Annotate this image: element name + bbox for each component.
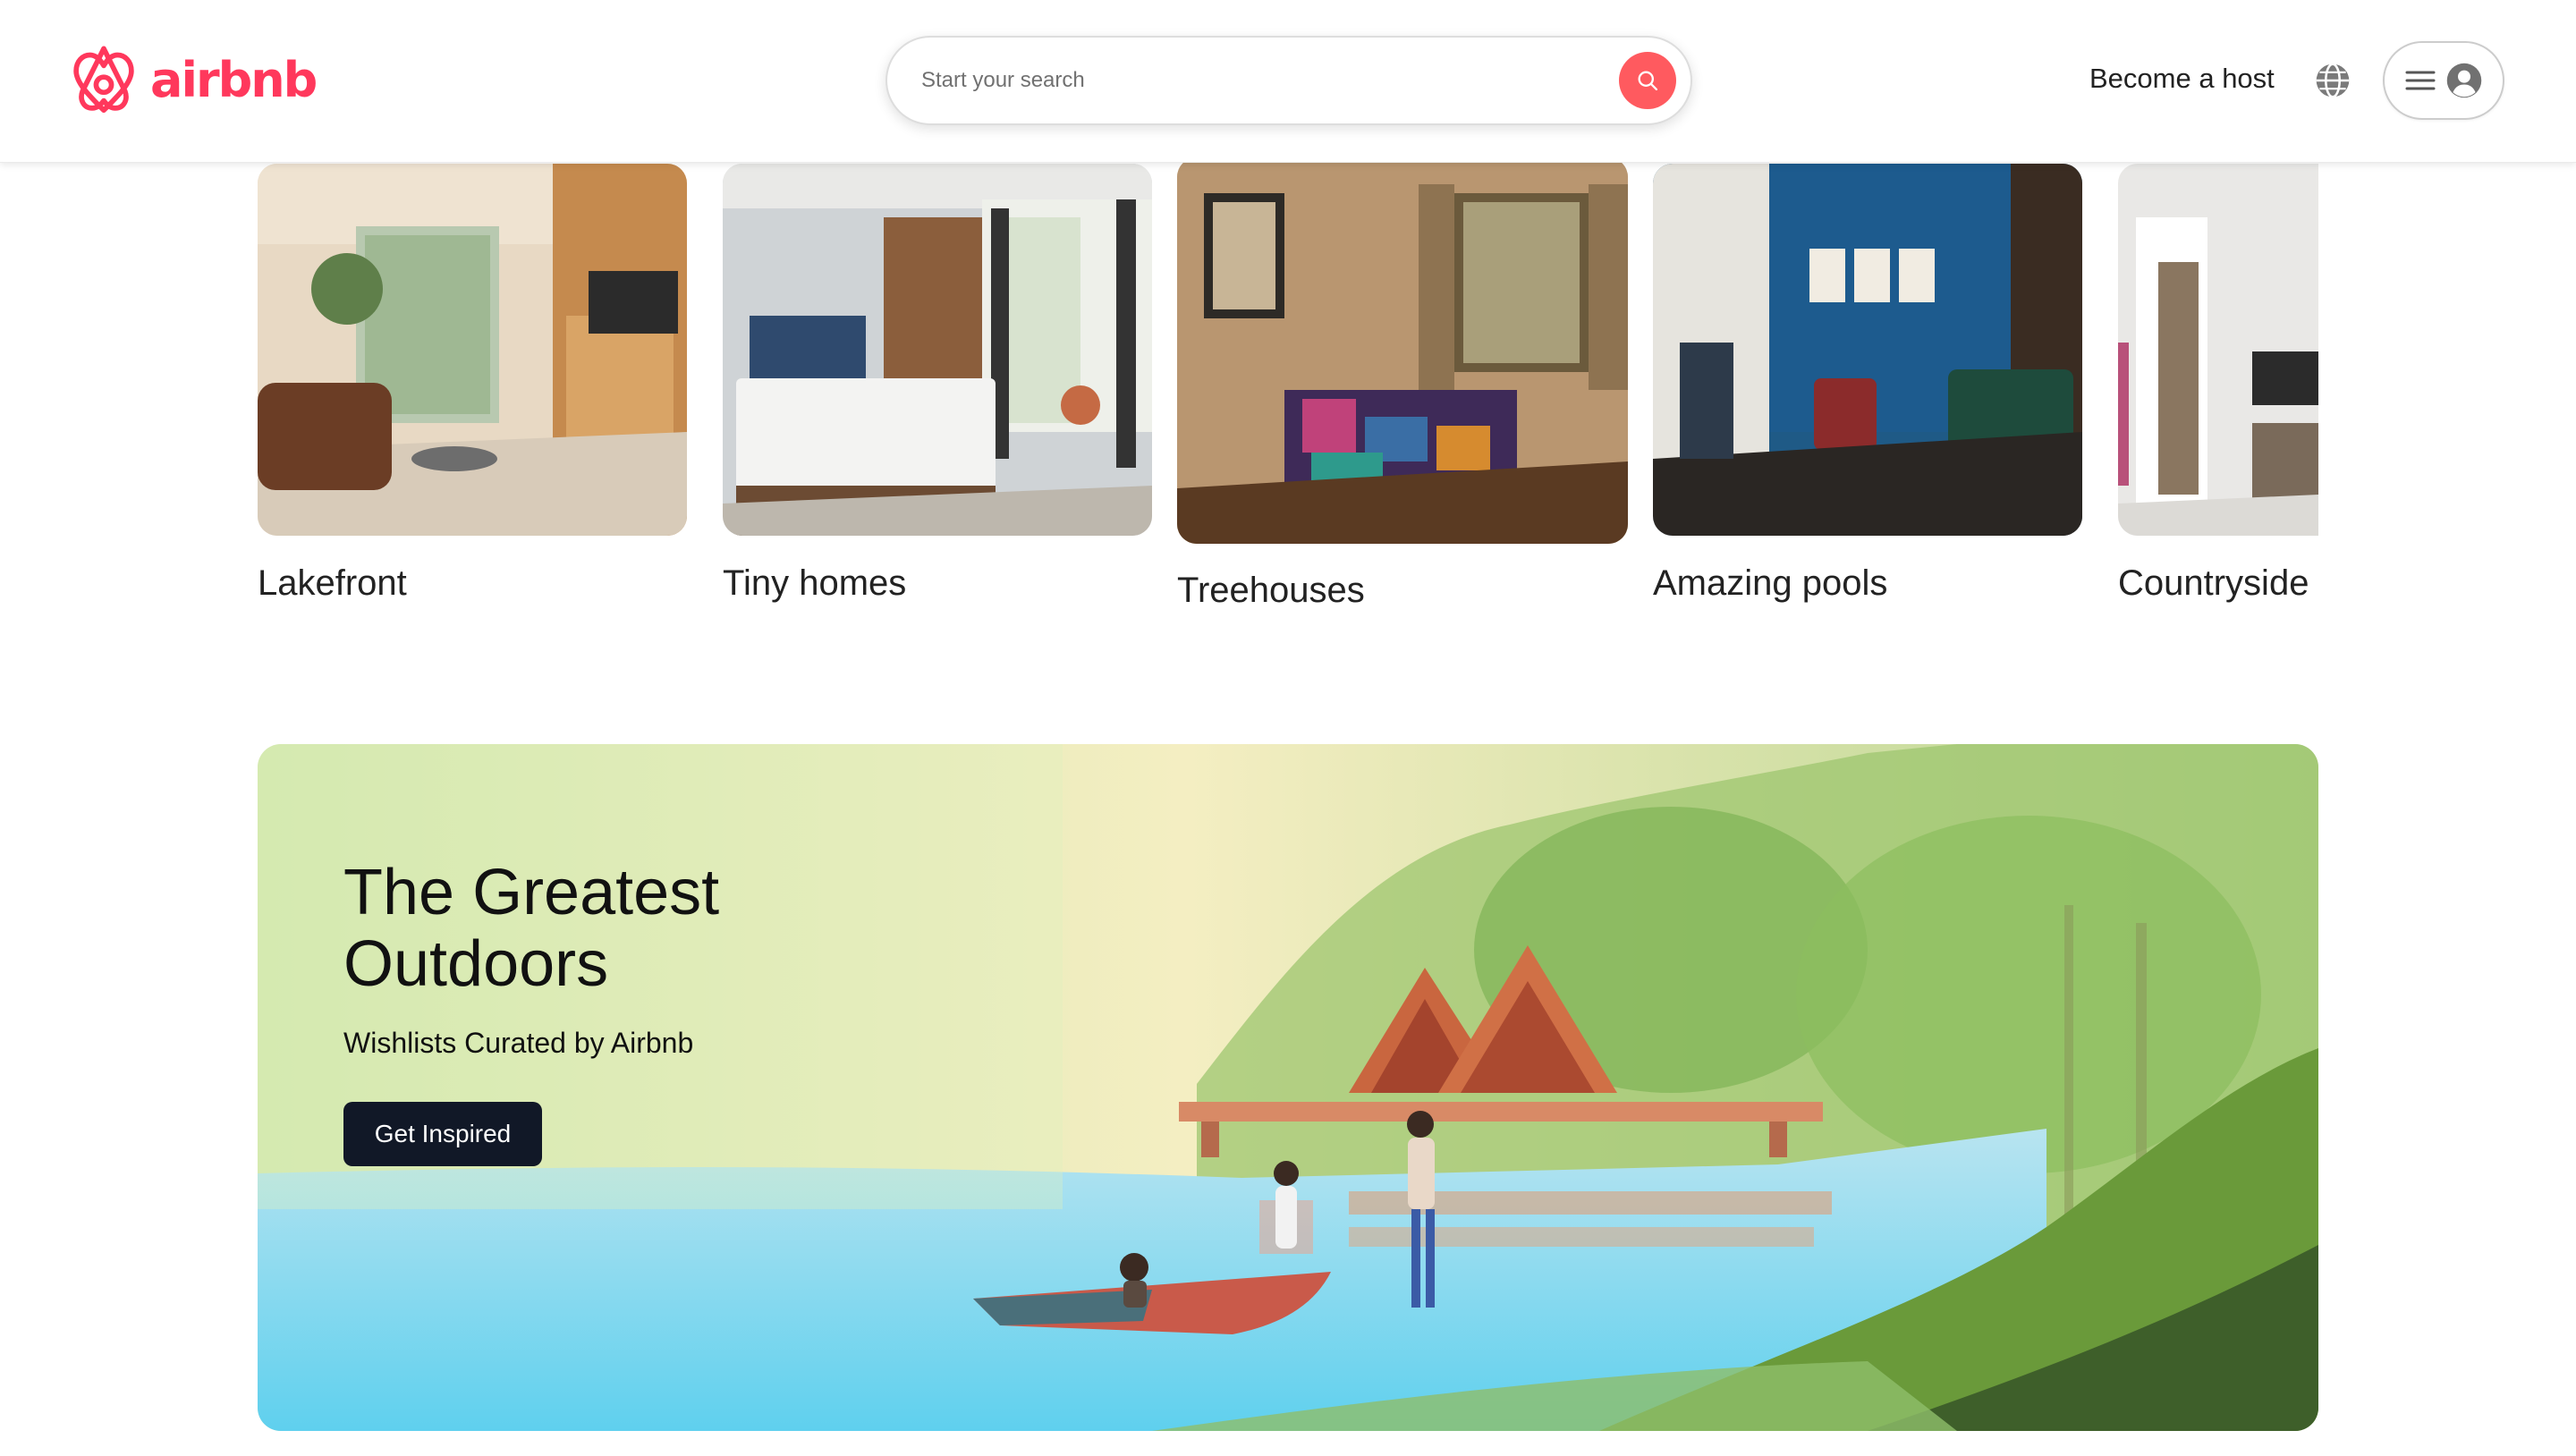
- search-input[interactable]: [921, 54, 1619, 107]
- search-button[interactable]: [1619, 52, 1676, 109]
- category-image: [1653, 164, 2082, 536]
- airbnb-belo-icon: [73, 46, 134, 114]
- category-card-lakefront[interactable]: Lakefront: [258, 164, 687, 611]
- category-label: Lakefront: [258, 563, 407, 603]
- category-card-countryside[interactable]: Countryside: [2118, 164, 2318, 611]
- category-card-tiny-homes[interactable]: Tiny homes: [723, 164, 1152, 611]
- banner-title: The Greatest Outdoors: [343, 857, 720, 1000]
- user-avatar-icon: [2445, 62, 2483, 99]
- banner-subtitle: Wishlists Curated by Airbnb: [343, 1027, 694, 1059]
- language-button[interactable]: [2313, 61, 2352, 100]
- globe-icon: [2316, 63, 2350, 98]
- search-icon: [1638, 71, 1658, 91]
- category-image: [258, 164, 687, 536]
- category-image: [2118, 164, 2318, 536]
- category-image: [723, 164, 1152, 536]
- category-card-treehouses[interactable]: Treehouses: [1177, 157, 1628, 622]
- get-inspired-button[interactable]: Get Inspired: [343, 1102, 542, 1166]
- airbnb-logo[interactable]: airbnb: [70, 43, 318, 118]
- category-label: Countryside: [2118, 563, 2309, 603]
- category-image: [1177, 157, 1628, 544]
- top-header: airbnb Become a host: [0, 0, 2576, 163]
- hamburger-icon: [2404, 67, 2436, 94]
- category-label: Amazing pools: [1653, 563, 1888, 603]
- greatest-outdoors-banner: The Greatest Outdoors Wishlists Curated …: [258, 744, 2318, 1431]
- become-host-link[interactable]: Become a host: [2089, 63, 2275, 95]
- category-label: Treehouses: [1177, 571, 1365, 610]
- category-card-amazing-pools[interactable]: Amazing pools: [1653, 164, 2082, 611]
- search-bar[interactable]: [886, 36, 1692, 125]
- brand-name: airbnb: [150, 52, 318, 108]
- category-label: Tiny homes: [723, 563, 907, 603]
- profile-menu-button[interactable]: [2383, 41, 2504, 120]
- outdoors-illustration: [258, 744, 2318, 1431]
